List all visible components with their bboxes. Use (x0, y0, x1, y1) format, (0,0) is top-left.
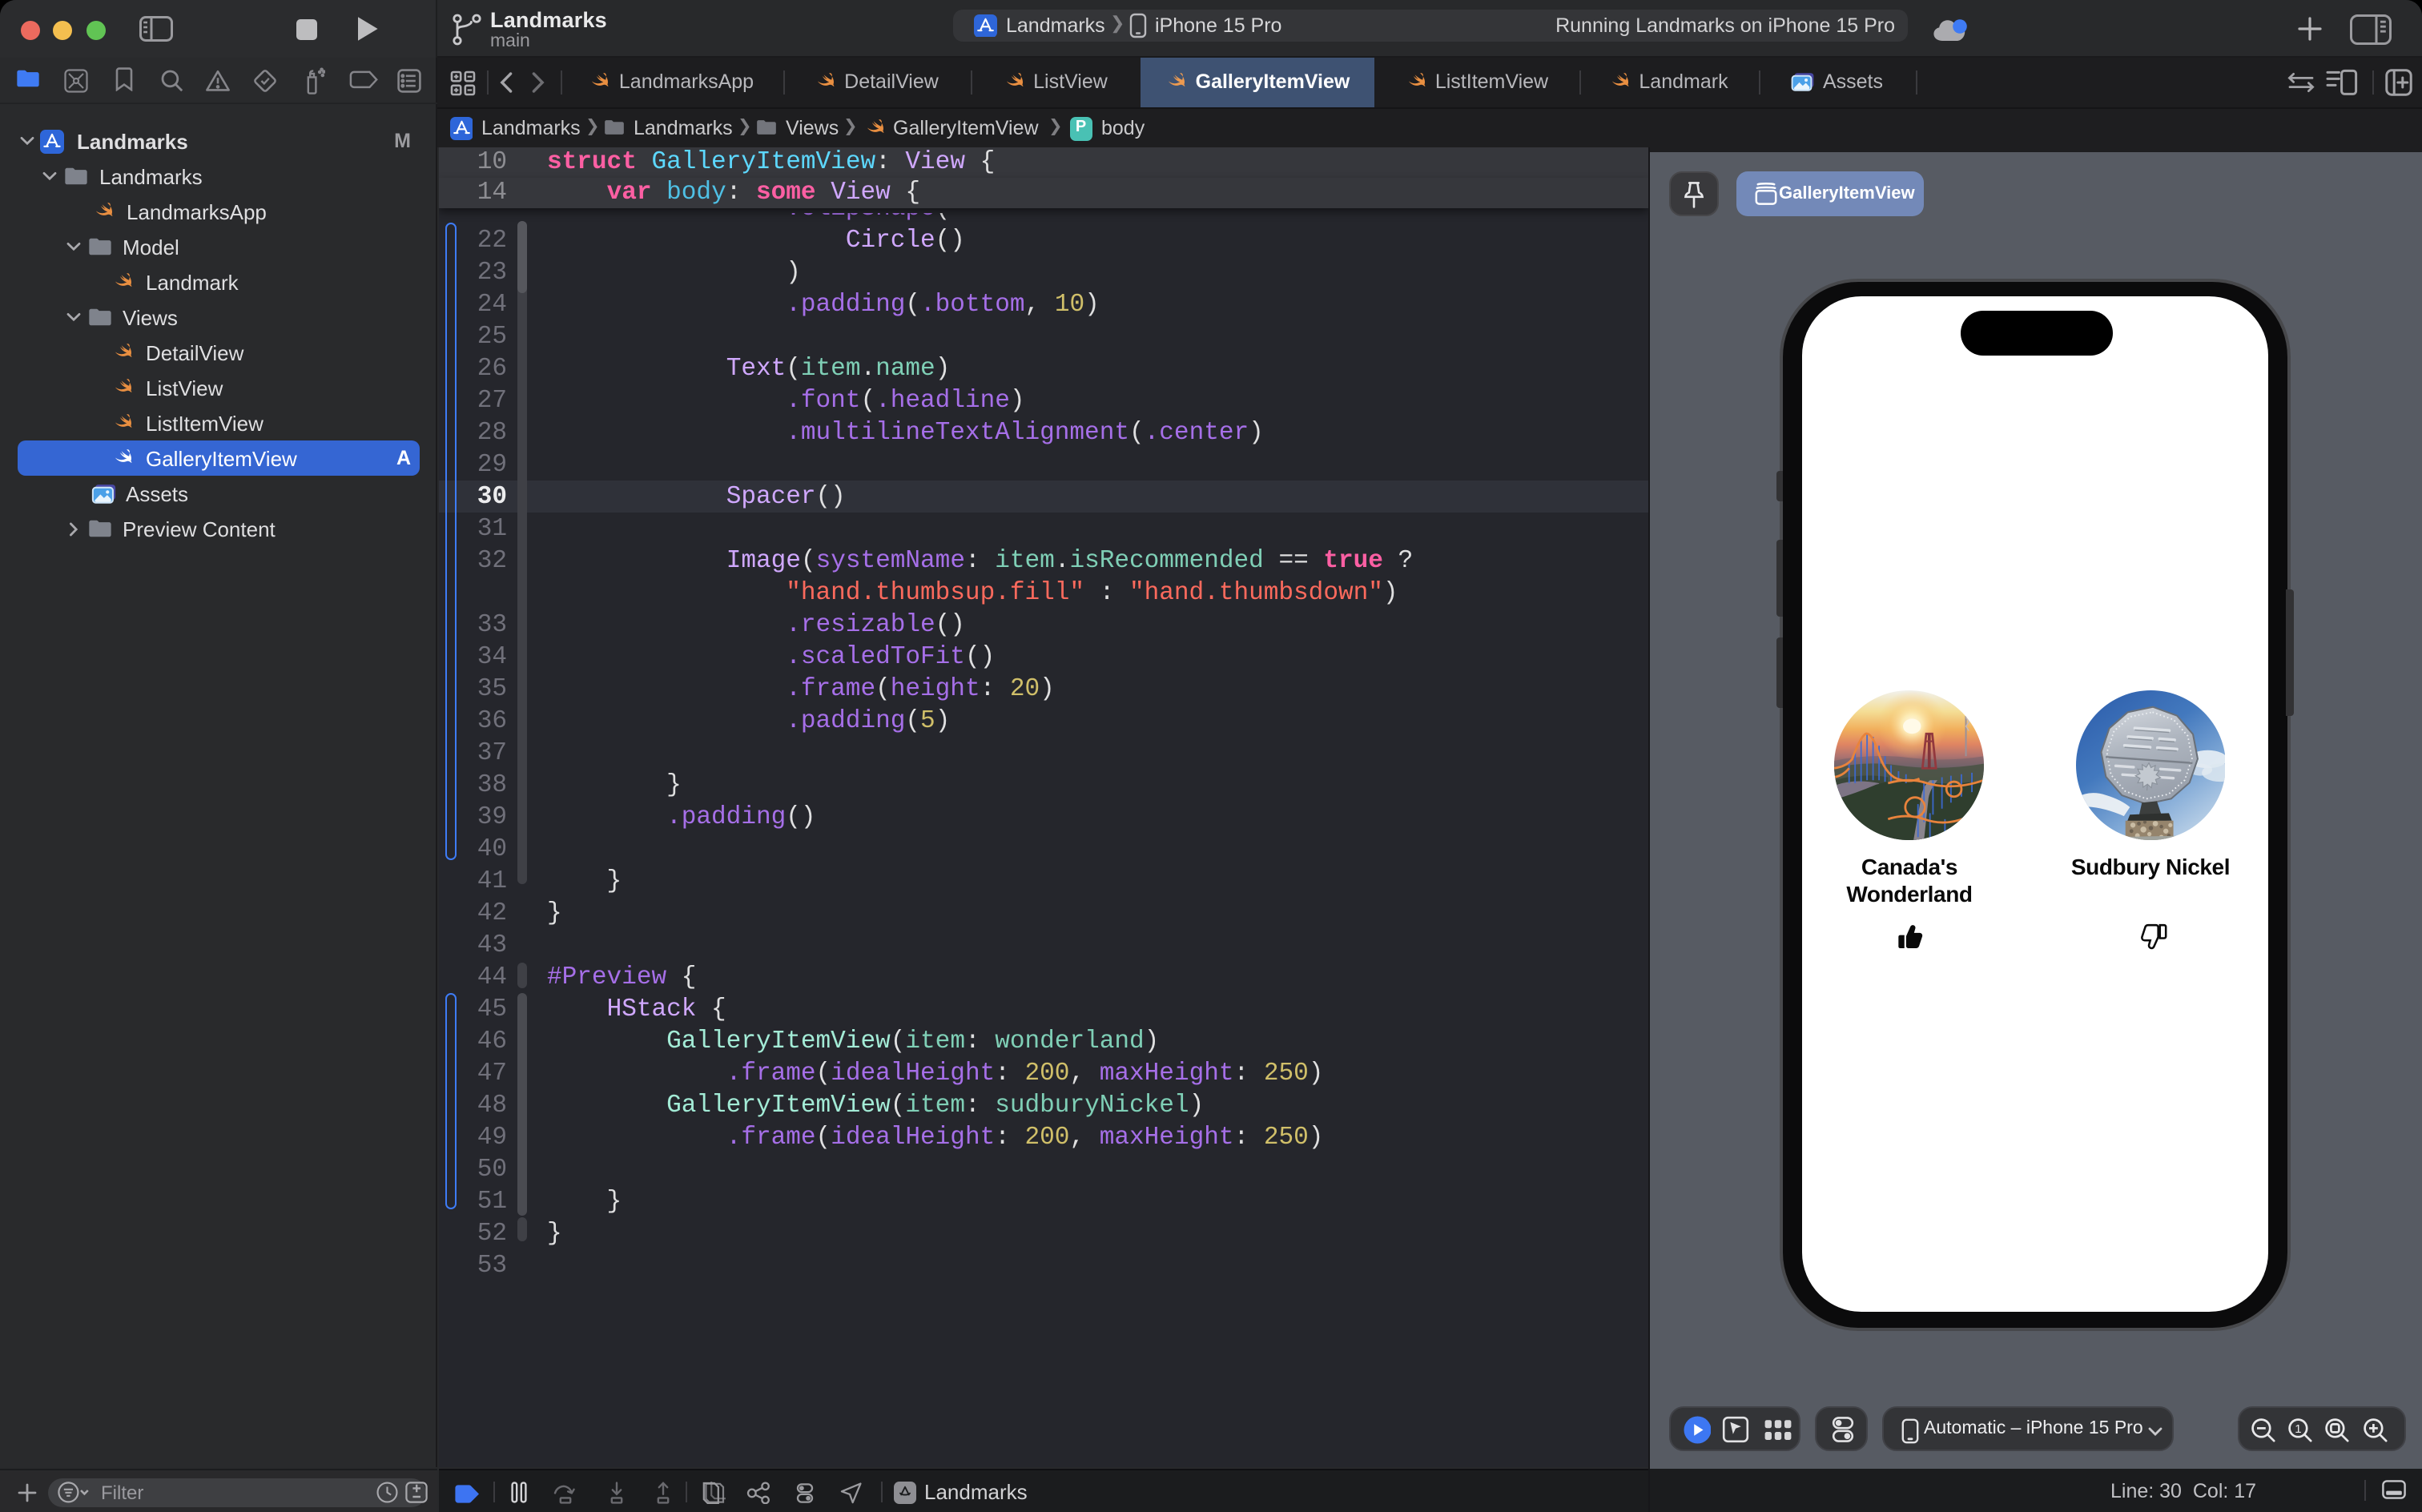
svg-text:1: 1 (2295, 1422, 2301, 1435)
